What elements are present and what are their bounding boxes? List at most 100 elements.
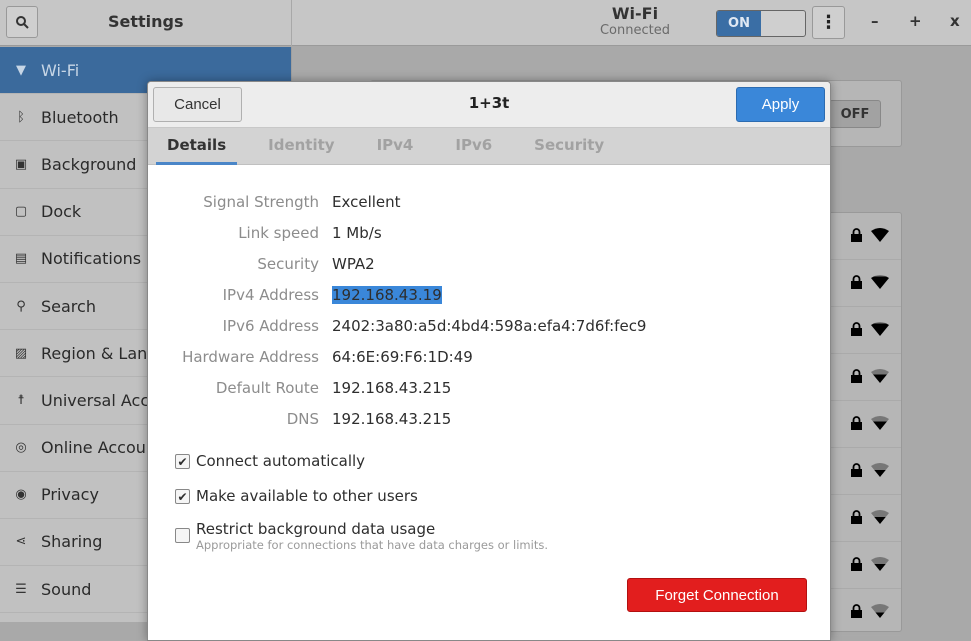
detail-value: WPA2 <box>332 254 375 273</box>
sidebar-item-label: Background <box>41 154 137 174</box>
sidebar-item-label: Sharing <box>41 532 103 552</box>
tab-ipv6[interactable]: IPv6 <box>444 128 503 165</box>
detail-row: Default Route 192.168.43.215 <box>148 372 830 403</box>
tab-security[interactable]: Security <box>523 128 615 165</box>
detail-row: Link speed 1 Mb/s <box>148 217 830 248</box>
sharing-icon: ⋖ <box>15 534 27 550</box>
region-icon: ▨ <box>14 345 28 361</box>
wifi-signal-icon <box>871 604 889 618</box>
minimize-button[interactable]: – <box>871 12 879 30</box>
app-title: Settings <box>108 12 184 31</box>
lock-icon <box>851 557 862 571</box>
sound-icon: ☰ <box>15 581 27 597</box>
universal-access-icon: ☨ <box>17 392 25 408</box>
close-button[interactable]: x <box>950 12 960 30</box>
detail-row: IPv6 Address 2402:3a80:a5d:4bd4:598a:efa4… <box>148 310 830 341</box>
online-accounts-icon: ◎ <box>15 440 27 456</box>
panel-title: Wi-Fi Connected <box>585 4 685 38</box>
checkbox-label: Make available to other users <box>196 487 418 505</box>
restrict-data-checkbox[interactable]: Restrict background data usage Appropria… <box>175 520 548 552</box>
privacy-icon: ◉ <box>15 487 27 503</box>
checkbox-label: Restrict background data usage <box>196 520 436 538</box>
detail-row: IPv4 Address 192.168.43.19 <box>148 279 830 310</box>
sidebar-item-label: Notifications <box>41 249 142 269</box>
menu-button[interactable]: ⋮ <box>812 6 845 39</box>
search-button[interactable] <box>6 6 38 38</box>
tab-identity[interactable]: Identity <box>257 128 345 165</box>
sidebar-item-label: Dock <box>41 202 82 222</box>
background-icon: ▣ <box>14 156 28 172</box>
detail-value: 192.168.43.215 <box>332 409 452 428</box>
wifi-signal-icon <box>871 369 889 383</box>
wifi-toggle[interactable]: ON <box>716 10 806 37</box>
notifications-icon: ▤ <box>14 251 28 267</box>
network-details-dialog: Cancel 1+3t Apply Details Identity IPv4 … <box>147 81 831 641</box>
connection-status: Connected <box>599 23 670 38</box>
header-bar: Settings Wi-Fi Connected ON ⋮ – + x <box>0 0 971 46</box>
detail-value: 1 Mb/s <box>332 223 382 242</box>
forget-connection-button[interactable]: Forget Connection <box>627 578 807 612</box>
wifi-signal-icon <box>871 416 889 430</box>
connect-automatically-checkbox[interactable]: ✔ Connect automatically <box>175 452 365 470</box>
search-icon <box>16 16 29 29</box>
more-icon: ⋮ <box>819 12 838 33</box>
wifi-signal-icon <box>871 463 889 477</box>
airplane-mode-toggle[interactable]: OFF <box>829 100 881 128</box>
lock-icon <box>851 463 862 477</box>
wifi-signal-icon <box>871 275 889 289</box>
detail-row: Security WPA2 <box>148 248 830 279</box>
wifi-signal-icon <box>871 557 889 571</box>
panel-title-text: Wi-Fi <box>611 4 659 23</box>
lock-icon <box>851 369 862 383</box>
checkbox-label: Connect automatically <box>196 452 366 470</box>
detail-label: Hardware Address <box>182 347 319 366</box>
checkbox-checked[interactable]: ✔ <box>175 489 190 504</box>
sidebar-header: Settings <box>0 0 292 46</box>
sidebar-item-label: Privacy <box>41 485 99 505</box>
lock-icon <box>851 228 862 242</box>
bluetooth-icon: ᛒ <box>17 109 25 125</box>
wifi-signal-icon <box>871 322 889 336</box>
sidebar-item-label: Sound <box>41 579 92 599</box>
detail-row: Signal Strength Excellent <box>148 186 830 217</box>
detail-value: 2402:3a80:a5d:4bd4:598a:efa4:7d6f:fec9 <box>332 316 647 335</box>
checkbox-unchecked[interactable] <box>175 528 190 543</box>
detail-value[interactable]: 192.168.43.19 <box>332 285 442 304</box>
detail-label: Security <box>257 254 319 273</box>
detail-row: DNS 192.168.43.215 <box>148 403 830 434</box>
dialog-title: 1+3t <box>468 94 510 112</box>
detail-value: Excellent <box>332 192 401 211</box>
checkbox-hint: Appropriate for connections that have da… <box>196 538 548 552</box>
sidebar-item-label: Search <box>41 296 96 316</box>
tab-ipv4[interactable]: IPv4 <box>366 128 425 165</box>
lock-icon <box>851 416 862 430</box>
lock-icon <box>851 604 862 618</box>
detail-label: Default Route <box>215 378 319 397</box>
wifi-icon: ▼ <box>16 62 26 78</box>
cancel-button[interactable]: Cancel <box>153 87 242 122</box>
detail-label: IPv4 Address <box>222 285 319 304</box>
detail-row: Hardware Address 64:6E:69:F6:1D:49 <box>148 341 830 372</box>
lock-icon <box>851 275 862 289</box>
apply-button[interactable]: Apply <box>736 87 825 122</box>
search-icon: ⚲ <box>16 298 26 314</box>
wifi-toggle-label: ON <box>717 11 761 36</box>
sidebar-item-label: Wi-Fi <box>41 60 80 80</box>
detail-label: Link speed <box>238 223 319 242</box>
wifi-signal-icon <box>871 510 889 524</box>
maximize-button[interactable]: + <box>909 12 922 30</box>
detail-label: DNS <box>286 409 319 428</box>
wifi-signal-icon <box>871 228 889 242</box>
dialog-tabs: Details Identity IPv4 IPv6 Security <box>148 128 830 165</box>
details-list: Signal Strength Excellent Link speed 1 Mb/s… <box>148 186 830 434</box>
dock-icon: ▢ <box>14 204 28 220</box>
detail-label: IPv6 Address <box>222 316 319 335</box>
checkbox-checked[interactable]: ✔ <box>175 454 190 469</box>
lock-icon <box>851 322 862 336</box>
tab-details[interactable]: Details <box>156 128 238 165</box>
lock-icon <box>851 510 862 524</box>
available-to-others-checkbox[interactable]: ✔ Make available to other users <box>175 487 418 505</box>
detail-label: Signal Strength <box>203 192 319 211</box>
dialog-header: Cancel 1+3t Apply <box>148 82 830 128</box>
detail-value: 192.168.43.215 <box>332 378 452 397</box>
